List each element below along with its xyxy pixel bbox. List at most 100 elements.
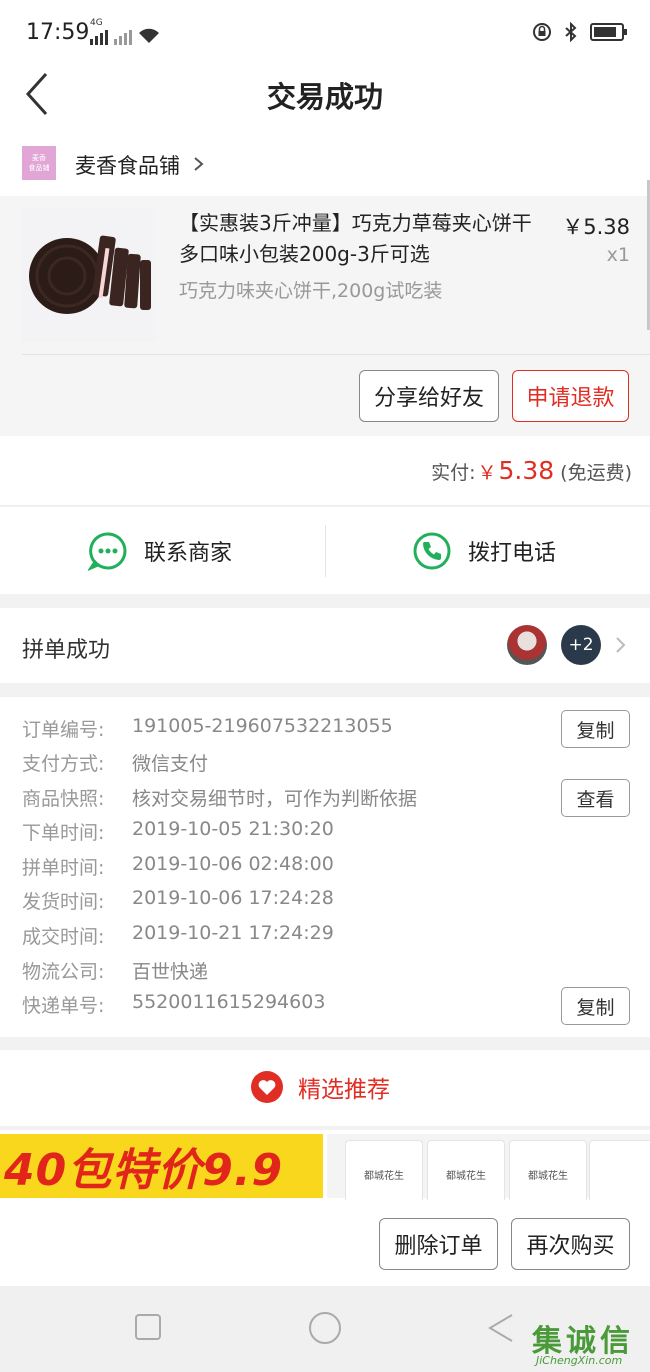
payment-summary: 实付: ￥ 5.38 (免运费) [0,436,650,506]
product-title: 【实惠装3斤冲量】巧克力草莓夹心饼干多口味小包装200g-3斤可选 [179,211,532,266]
status-right [532,22,627,42]
product-pack [589,1140,650,1200]
phone-icon [413,532,451,569]
order-row: 成交时间: 2019-10-21 17:24:29 [22,922,334,949]
chat-icon [88,531,127,571]
order-row-label: 物流公司: [22,961,105,983]
order-row-label: 快递单号: [22,995,105,1017]
order-row: 快递单号: 5520011615294603 [22,991,325,1018]
product-pack: 都城花生 [345,1140,423,1200]
promo-text-block: 40包特价9.9 [0,1134,323,1198]
wifi-icon [139,28,159,43]
tracking-number: 5520011615294603 [132,991,326,1013]
status-bar: 17:59 4G [0,0,650,62]
avatar-more-count: +2 [568,635,594,655]
refund-button[interactable]: 申请退款 [512,370,629,422]
share-button[interactable]: 分享给好友 [359,370,499,422]
paid-currency: ￥ [477,462,497,484]
order-row: 物流公司: 百世快递 [22,957,208,984]
battery-icon [590,23,627,41]
heart-icon [251,1071,283,1103]
paid-amount: 5.38 [498,456,555,485]
order-row-label: 成交时间: [22,926,105,948]
divider [22,354,650,355]
pack-label: 都城花生 [364,1171,404,1182]
delete-order-button[interactable]: 删除订单 [379,1218,498,1270]
page-title: 交易成功 [266,80,383,114]
contact-bar: 联系商家 拨打电话 [0,507,650,594]
order-row-label: 商品快照: [22,788,105,810]
order-row-label: 发货时间: [22,891,105,913]
circle-icon[interactable] [307,1310,343,1346]
deal-time: 2019-10-21 17:24:29 [132,922,334,944]
avatar [507,625,547,665]
watermark-url: JiChengXin.com [536,1354,623,1367]
chevron-right-icon [194,157,204,171]
watermark: 集诚信 JiChengXin.com [528,1314,646,1370]
group-time: 2019-10-06 02:48:00 [132,853,334,875]
header: 交易成功 [0,62,650,132]
system-nav-bar: 集诚信 JiChengXin.com [0,1286,650,1372]
promo-image: 都城花生 都城花生 都城花生 [327,1134,650,1200]
order-row-label: 支付方式: [22,753,105,775]
signal-2-icon [114,30,132,45]
promo-banner[interactable]: 40包特价9.9 都城花生 都城花生 都城花生 [0,1130,650,1200]
signal-icon [90,30,108,45]
order-row-label: 拼单时间: [22,857,105,879]
product-card[interactable]: 【实惠装3斤冲量】巧克力草莓夹心饼干多口味小包装200g-3斤可选 巧克力味夹心… [0,196,650,436]
pack-label: 都城花生 [528,1171,568,1182]
shop-logo-text-1: 麦香 [32,154,46,162]
product-quantity: x1 [606,244,630,266]
bottom-actions: 删除订单 再次购买 [0,1200,650,1286]
product-sku: 巧克力味夹心饼干,200g试吃装 [179,280,443,302]
order-row: 下单时间: 2019-10-05 21:30:20 [22,818,334,845]
call-phone-label: 拨打电话 [468,540,557,566]
paid-note: (免运费) [560,462,632,484]
order-time: 2019-10-05 21:30:20 [132,818,334,840]
divider [325,525,326,577]
ship-time: 2019-10-06 17:24:28 [132,887,334,909]
order-row: 商品快照: 核对交易细节时，可作为判断依据 [22,784,417,811]
contact-merchant-button[interactable]: 联系商家 [88,507,232,594]
avatar-more: +2 [561,625,601,665]
bluetooth-icon [565,22,577,42]
order-info: 订单编号: 191005-219607532213055 复制 支付方式: 微信支付… [0,697,650,1037]
product-image [22,208,156,342]
chevron-right-icon [616,637,626,653]
copy-order-number-button[interactable]: 复制 [561,710,630,748]
contact-merchant-label: 联系商家 [144,540,233,566]
copy-tracking-button[interactable]: 复制 [561,987,630,1025]
order-row-label: 订单编号: [22,719,105,741]
payment-method: 微信支付 [132,753,209,775]
square-icon[interactable] [134,1312,162,1342]
group-buy-row[interactable]: 拼单成功 +2 [0,608,650,683]
recommend-label: 精选推荐 [298,1077,390,1103]
triangle-back-icon[interactable] [486,1312,516,1344]
view-snapshot-button[interactable]: 查看 [561,779,630,817]
group-buy-label: 拼单成功 [22,638,111,663]
product-pack: 都城花生 [427,1140,505,1200]
shop-row[interactable]: 麦香 食品铺 麦香食品铺 [0,132,650,196]
promo-text: 40包特价9.9 [4,1145,284,1196]
order-row: 拼单时间: 2019-10-06 02:48:00 [22,853,334,880]
product-price: ￥5.38 [562,215,630,239]
call-phone-button[interactable]: 拨打电话 [412,507,556,594]
logistics-company: 百世快递 [132,961,209,983]
order-row: 订单编号: 191005-219607532213055 [22,715,393,742]
shop-logo: 麦香 食品铺 [22,146,56,180]
lock-rotation-icon [533,23,551,41]
network-type: 4G [90,18,103,28]
order-number: 191005-219607532213055 [132,715,393,737]
recommend-header: 精选推荐 [0,1050,650,1126]
order-row-label: 下单时间: [22,822,105,844]
buy-again-button[interactable]: 再次购买 [511,1218,630,1270]
status-time: 17:59 [26,20,90,45]
product-pack: 都城花生 [509,1140,587,1200]
order-row: 发货时间: 2019-10-06 17:24:28 [22,887,334,914]
pack-label: 都城花生 [446,1171,486,1182]
snapshot-hint: 核对交易细节时，可作为判断依据 [132,788,418,810]
shop-logo-text-2: 食品铺 [28,164,50,172]
order-row: 支付方式: 微信支付 [22,749,208,776]
shop-name: 麦香食品铺 [75,154,180,178]
signal-indicators: 4G [90,18,160,45]
